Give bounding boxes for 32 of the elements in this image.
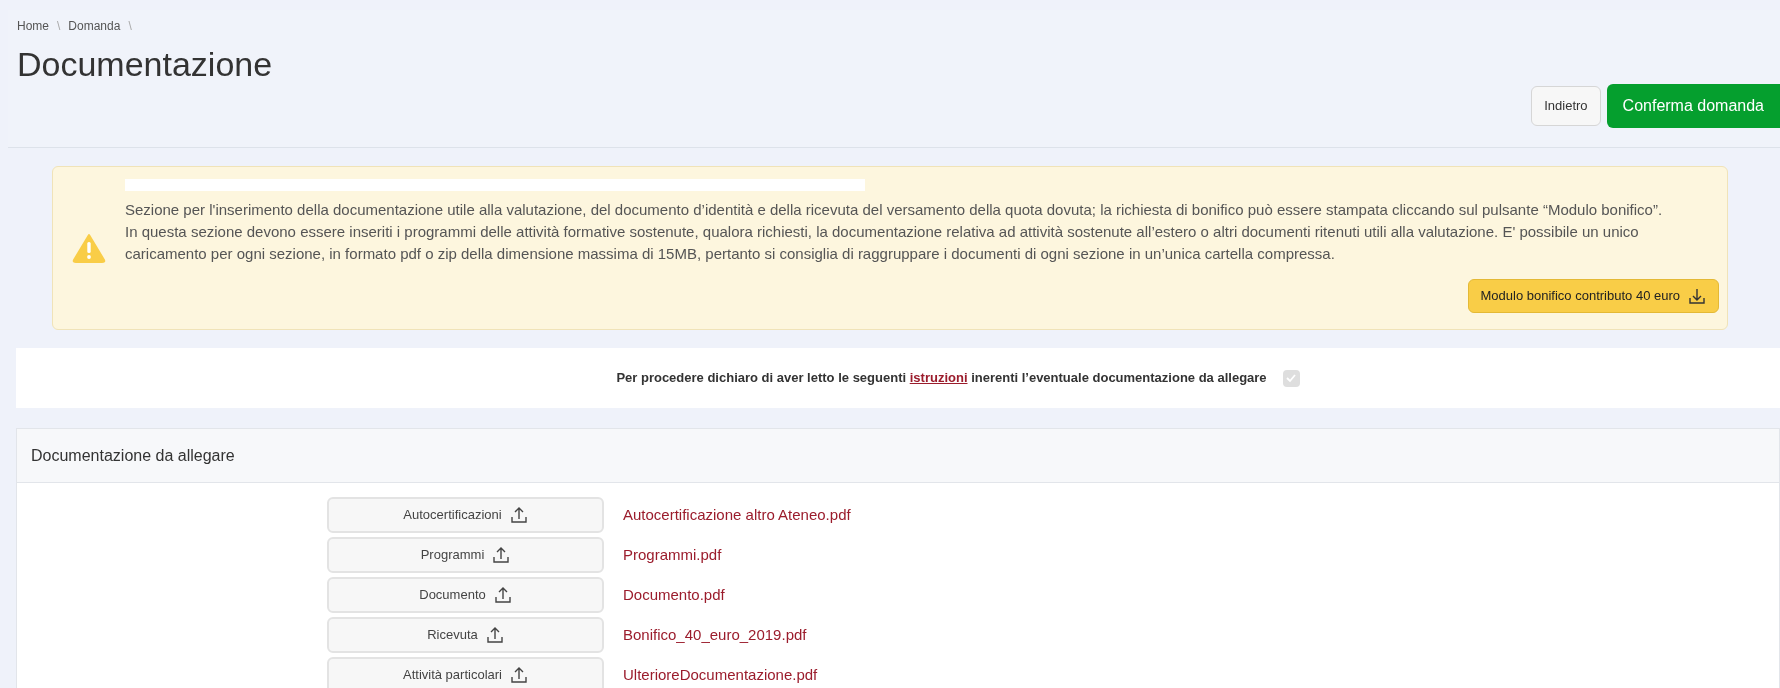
breadcrumb-link[interactable]: Home (17, 17, 49, 35)
upload-button[interactable]: Ricevuta (327, 617, 604, 653)
panel-title: Documentazione da allegare (31, 445, 235, 466)
upload-icon (493, 586, 512, 604)
notice-text: In questa sezione devono essere inseriti i programmi delle attività formative sostenute, qualora richiesti, la documentazione relativa ad attività sostenute all’estero o altri documenti ritenuti utili alla valutazione. E' possibile un unico caricamento per ogni sezione, in formato pdf o zip della dimensione massima di 15MB, pertanto si consiglia di raggruppare i documenti di ogni sezione in un’unica cartella compressa. (125, 222, 1640, 264)
file-link[interactable]: Bonifico_40_euro_2019.pdf (623, 623, 807, 647)
file-link[interactable]: UlterioreDocumentazione.pdf (623, 663, 818, 687)
check-icon (1285, 372, 1298, 384)
upload-button[interactable]: Autocertificazioni (327, 497, 604, 533)
declaration-text: Per procedere dichiaro di aver letto le seguenti istruzioni inerenti l’eventuale documentazione da allegare (615, 369, 1267, 388)
upload-icon (492, 546, 511, 564)
instructions-link[interactable]: istruzioni (909, 370, 968, 386)
page-title: Documentazione (17, 44, 274, 85)
confirm-button[interactable]: Conferma domanda (1606, 83, 1780, 128)
upload-button[interactable]: Documento (327, 577, 604, 613)
file-link[interactable]: Programmi.pdf (623, 543, 722, 567)
file-link[interactable]: Autocertificazione altro Ateneo.pdf (623, 503, 851, 527)
declaration-checkbox[interactable] (1282, 369, 1300, 387)
breadcrumb-link[interactable]: Domanda (68, 17, 121, 35)
back-button[interactable]: Indietro (1531, 85, 1601, 126)
upload-button[interactable]: Programmi (327, 537, 604, 573)
notice-text: Sezione per l'inserimento della documentazione utile alla valutazione, del documento d’identità e della ricevuta del versamento della quota dovuta; la richiesta di bonifico può essere stampata cliccando sul pulsante “Modulo bonifico”. (125, 200, 1664, 220)
breadcrumb-separator: \ (57, 18, 61, 35)
file-link[interactable]: Documento.pdf (623, 583, 725, 607)
download-form-button[interactable]: Modulo bonifico contributo 40 euro (1467, 279, 1719, 313)
breadcrumb-separator: \ (128, 18, 132, 35)
warning-icon (72, 233, 106, 263)
download-icon (1688, 287, 1706, 305)
upload-icon (510, 666, 528, 684)
upload-icon (485, 626, 504, 644)
upload-icon (509, 506, 528, 524)
upload-button[interactable]: Attività particolari (327, 657, 604, 688)
